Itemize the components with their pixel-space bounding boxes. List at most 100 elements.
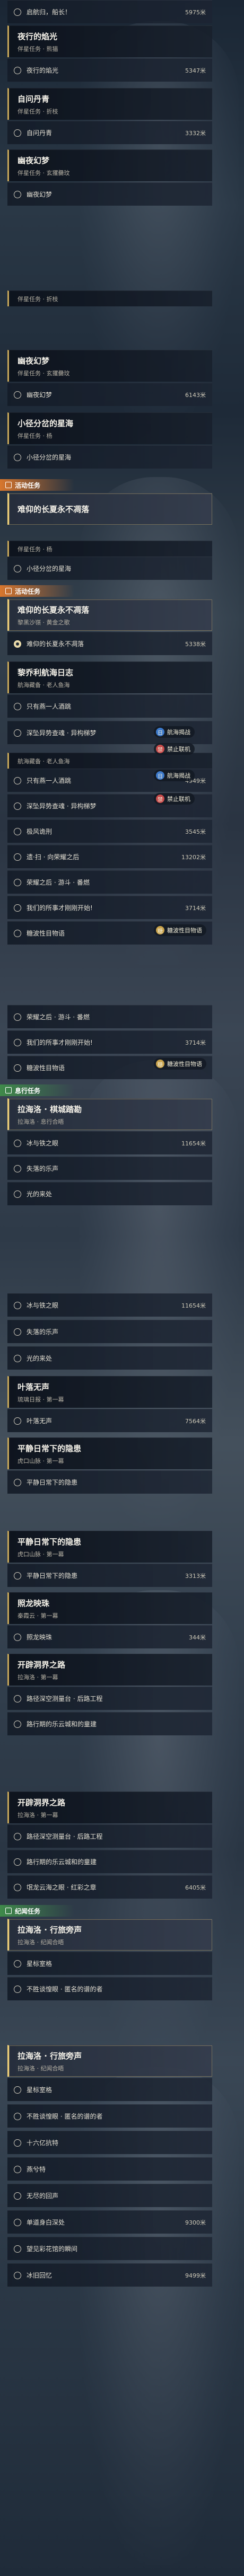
quest-header[interactable]: 伴星任务 · 折枝 (7, 290, 212, 306)
step-bullet-icon (14, 564, 21, 572)
quest-step[interactable]: 小径分岔的星海 (7, 557, 212, 580)
quest-header[interactable]: 幽夜幻梦 伴星任务 · 玄玃爨玟 (7, 149, 212, 181)
step-bullet-icon (14, 1190, 21, 1198)
quest-title: 叶落无声 (18, 1382, 50, 1392)
quest-step[interactable]: 冰与铁之眼 11654米 (7, 1293, 212, 1317)
quest-header[interactable]: 航海藏备 · 老人鱼海 (7, 753, 212, 769)
quest-title: 黎乔利航海日志 (18, 667, 74, 677)
quest-header[interactable]: 难仰的长夏永不凋落 黎黑沙嶺 · 黄金之歌 (7, 599, 212, 631)
quest-step[interactable]: 幽夜幻梦 (7, 182, 212, 206)
step-bullet-icon (14, 702, 21, 710)
quest-step[interactable]: 望见彩花馆的瞬间 (7, 2237, 212, 2260)
quest-step[interactable]: 不胜谈惶眼 · 匿名的谱的者 (7, 1977, 212, 2000)
quest-step[interactable]: 极风诡刑 3545米 (7, 819, 212, 843)
quest-step-distance: 6143米 (185, 391, 206, 399)
quest-title: 开辟洞界之路 (18, 1797, 66, 1807)
quest-step[interactable]: 叶落无声 7564米 (7, 1409, 212, 1432)
quest-step-label: 路径深空测量台 · 后路工程 (27, 1833, 103, 1840)
quest-step[interactable]: 星标室格 (7, 1952, 212, 1975)
quest-step[interactable]: 荣耀之后 · 游斗 · 番燃 (7, 1005, 212, 1028)
quest-step[interactable]: 光的来处 (7, 1182, 212, 1205)
quest-header[interactable]: 自问丹青 伴星任务 · 折枝 (7, 88, 212, 120)
quest-header[interactable]: 夜行的焰光 伴星任务 · 熊猫 (7, 25, 212, 57)
quest-step[interactable]: 启航归，船长！ 5975米 (7, 0, 212, 23)
quest-title: 照龙映珠 (18, 1598, 50, 1608)
quest-step[interactable]: 路行期的乐云城和的童建 (7, 1712, 212, 1735)
quest-header[interactable]: 拉海洛 · 行旅旁声 拉海洛 · 纪闻合晤 (7, 2045, 212, 2077)
quest-subtitle: 拉海洛 · 第一幕 (18, 1673, 58, 1681)
quest-step[interactable]: 平静日常下的隐患 (7, 1470, 212, 1494)
step-bullet-icon (14, 802, 21, 810)
quest-subtitle: 黎黑沙嶺 · 黄金之歌 (18, 619, 70, 626)
quest-step[interactable]: 我们的所事才刚刚开始! 3714米 (7, 1030, 212, 1054)
step-bullet-icon (14, 2139, 21, 2147)
quest-step[interactable]: 遗·扫 · 向荣耀之后 13202米 (7, 845, 212, 868)
quest-header[interactable]: 照龙映珠 秦霞云 · 第一幕 (7, 1592, 212, 1624)
quest-step[interactable]: 夜行的焰光 5347米 (7, 58, 212, 82)
quest-header[interactable]: 开辟洞界之路 拉海洛 · 第一幕 (7, 1654, 212, 1686)
quest-step[interactable]: 路行期的乐云城和的童建 (7, 1850, 212, 1873)
quest-step[interactable]: 路径深空测量台 · 后路工程 (7, 1687, 212, 1710)
quest-step-distance: 3332米 (185, 129, 206, 137)
quest-title: 夜行的焰光 (18, 31, 58, 41)
quest-header[interactable]: 难仰的长夏永不凋落 (7, 493, 212, 525)
quest-step[interactable]: 小径分岔的星海 (7, 445, 212, 469)
quest-step[interactable]: 照龙映珠 344米 (7, 1625, 212, 1648)
quest-header[interactable]: 叶落无声 琉璃日报 · 第一幕 (7, 1376, 212, 1408)
quest-step-label: 望见彩花馆的瞬间 (27, 2245, 78, 2253)
quest-step[interactable]: 无尽的回声 (7, 2184, 212, 2207)
step-bullet-icon (14, 391, 21, 399)
quest-title: 幽夜幻梦 (18, 356, 50, 366)
quest-header[interactable]: 拉海洛 · 行旅旁声 拉海洛 · 纪闻合晤 (7, 1919, 212, 1951)
step-bullet-icon (14, 1013, 21, 1021)
quest-step-label: 难仰的长夏永不凋落 (27, 640, 84, 648)
quest-header[interactable]: 拉海洛 · 棋城踏勘 拉海洛 · 息行合晤 (7, 1098, 212, 1130)
quest-step[interactable]: 十六亿抗特 (7, 2131, 212, 2154)
step-bullet-icon (14, 1633, 21, 1641)
quest-step[interactable]: 冰与铁之眼 11654米 (7, 1131, 212, 1154)
step-bullet-icon (14, 853, 21, 861)
quest-header[interactable]: 小径分岔的星海 伴星任务 · 杨 (7, 412, 212, 444)
quest-header[interactable]: 幽夜幻梦伴星任务 · 玄玃爨玟 (7, 350, 212, 382)
quest-title: 平静日常下的隐患 (18, 1537, 82, 1547)
quest-step[interactable]: 我们的所事才刚刚开始! 3714米 (7, 896, 212, 919)
quest-subtitle: 伴星任务 · 折枝 (18, 108, 58, 115)
quest-header[interactable]: 伴星任务 · 杨 (7, 541, 212, 557)
quest-step[interactable]: 自问丹青 3332米 (7, 121, 212, 144)
quest-step[interactable]: 不胜谈惶眼 · 匿名的谱的者 (7, 2104, 212, 2128)
quest-step[interactable]: 氓龙云海之眼 · 红彩之章 6405米 (7, 1875, 212, 1899)
quest-header[interactable]: 开辟洞界之路 拉海洛 · 第一幕 (7, 1792, 212, 1823)
quest-step-label: 单道身白深处 (27, 2219, 65, 2226)
badge-label: 糖波性目物语 (167, 927, 202, 934)
quest-header[interactable]: 平静日常下的隐患 虎口山脉 · 第一幕 (7, 1531, 212, 1563)
quest-subtitle: 伴星任务 · 玄玃爨玟 (18, 369, 70, 377)
quest-step[interactable]: 失落的乐声 (7, 1157, 212, 1180)
quest-title: 难仰的长夏永不凋落 (18, 505, 90, 514)
quest-step[interactable]: 星标室格 (7, 2078, 212, 2101)
step-bullet-icon (14, 1139, 21, 1147)
quest-step[interactable]: 平静日常下的隐患 3313米 (7, 1564, 212, 1587)
quest-step[interactable]: 幽夜幻梦 6143米 (7, 383, 212, 406)
quest-step[interactable]: 路径深空测量台 · 后路工程 (7, 1824, 212, 1848)
quest-header[interactable]: 平静日常下的隐患 虎口山脉 · 第一幕 (7, 1437, 212, 1469)
quest-step[interactable]: 光的来处 (7, 1346, 212, 1370)
quest-step-label: 遗·扫 · 向荣耀之后 (27, 853, 80, 861)
quest-category-label: 纪闻任务 (15, 1907, 41, 1915)
quest-step[interactable]: 失落的乐声 (7, 1320, 212, 1343)
quest-step[interactable]: 单道身白深处 9300米 (7, 2210, 212, 2234)
step-bullet-icon (14, 1417, 21, 1425)
quest-tag-badge: 禁禁止联机 (154, 743, 195, 755)
quest-tag-badge: 糖糖波性目物语 (154, 924, 206, 936)
quest-step[interactable]: 只有燕一人酒跳 (7, 694, 212, 718)
quest-step-label: 氓龙云海之眼 · 红彩之章 (27, 1884, 97, 1891)
quest-step-label: 无尽的回声 (27, 2192, 59, 2200)
quest-tag-badge: 日航海揭战 (154, 770, 195, 781)
quest-step[interactable]: 燕兮特 (7, 2157, 212, 2181)
quest-title: 开辟洞界之路 (18, 1660, 66, 1670)
quest-step[interactable]: 难仰的长夏永不凋落 5338米 (7, 632, 212, 655)
quest-header[interactable]: 黎乔利航海日志 航海藏备 · 老人鱼海 (7, 661, 212, 693)
quest-step[interactable]: 荣耀之后 · 游斗 · 番燃 (7, 870, 212, 894)
quest-tag-badge: 禁禁止联机 (154, 793, 195, 805)
quest-step[interactable]: 冰旧回忆 9499米 (7, 2263, 212, 2287)
quest-step-label: 冰与铁之眼 (27, 1302, 59, 1309)
